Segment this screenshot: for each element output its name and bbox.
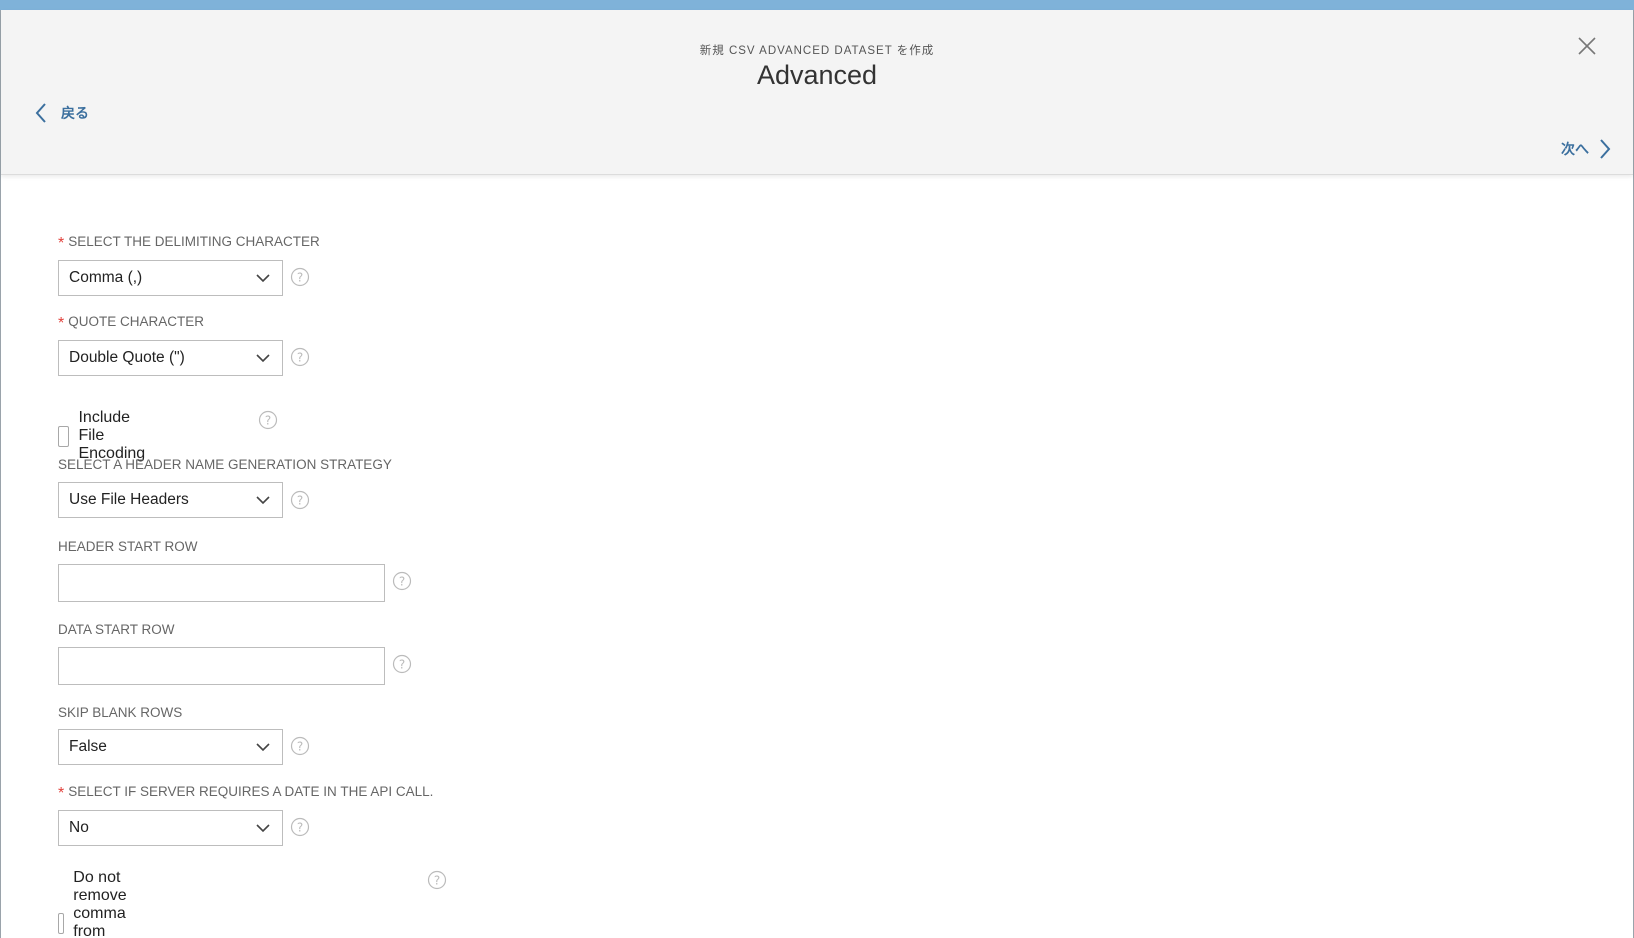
- next-label: 次へ: [1561, 141, 1589, 157]
- header-strategy-value: Use File Headers: [69, 491, 189, 508]
- svg-text:?: ?: [297, 351, 303, 365]
- back-label: 戻る: [61, 105, 89, 121]
- dataset-wizard-modal: 新規 CSV ADVANCED DATASET を作成 Advanced 戻る …: [0, 10, 1634, 938]
- next-button[interactable]: 次へ: [1561, 136, 1611, 162]
- data-start-row-input[interactable]: [58, 647, 385, 685]
- chevron-left-icon: [35, 103, 46, 123]
- help-icon[interactable]: ?: [290, 736, 310, 756]
- background-window-strip: [0, 0, 1634, 10]
- include-encoding-row: Include File Encoding: [58, 409, 155, 463]
- date-required-value: No: [69, 819, 89, 836]
- required-marker: *: [58, 785, 65, 802]
- svg-text:?: ?: [434, 874, 440, 888]
- back-button[interactable]: 戻る: [35, 100, 89, 126]
- data-start-row-label: DATA START ROW: [58, 622, 175, 637]
- close-icon: [1578, 37, 1596, 55]
- header-start-row-label: HEADER START ROW: [58, 539, 198, 554]
- wizard-subtitle: 新規 CSV ADVANCED DATASET を作成: [699, 45, 935, 57]
- close-button[interactable]: [1573, 32, 1601, 60]
- help-icon[interactable]: ?: [392, 654, 412, 674]
- chevron-down-icon: [256, 496, 270, 505]
- required-marker: *: [58, 315, 65, 332]
- help-icon[interactable]: ?: [290, 267, 310, 287]
- page-title: Advanced: [756, 60, 878, 90]
- chevron-down-icon: [256, 354, 270, 363]
- help-icon[interactable]: ?: [290, 347, 310, 367]
- skip-blank-rows-select[interactable]: False: [58, 729, 283, 765]
- include-encoding-label: Include File Encoding: [78, 409, 146, 462]
- quote-label: * QUOTE CHARACTER: [58, 314, 204, 332]
- chevron-down-icon: [256, 743, 270, 752]
- keep-commas-label: Do not remove comma from number values: [73, 869, 127, 938]
- svg-text:?: ?: [297, 821, 303, 835]
- date-required-label: * SELECT IF SERVER REQUIRES A DATE IN THE…: [58, 784, 434, 802]
- required-marker: *: [58, 235, 65, 252]
- svg-text:?: ?: [297, 740, 303, 754]
- include-encoding-checkbox[interactable]: [58, 425, 70, 447]
- delimiter-label: * SELECT THE DELIMITING CHARACTER: [58, 234, 320, 252]
- chevron-down-icon: [256, 824, 270, 833]
- quote-select[interactable]: Double Quote ("): [58, 340, 283, 376]
- help-icon[interactable]: ?: [290, 490, 310, 510]
- help-icon[interactable]: ?: [392, 571, 412, 591]
- header-strategy-label: SELECT A HEADER NAME GENERATION STRATEGY: [58, 457, 392, 472]
- delimiter-value: Comma (,): [69, 269, 143, 286]
- header-start-row-input[interactable]: [58, 564, 385, 602]
- quote-value: Double Quote ("): [69, 349, 185, 366]
- svg-text:?: ?: [399, 658, 405, 672]
- svg-text:?: ?: [399, 575, 405, 589]
- skip-blank-rows-label: SKIP BLANK ROWS: [58, 705, 183, 720]
- delimiter-select[interactable]: Comma (,): [58, 260, 283, 296]
- help-icon[interactable]: ?: [290, 817, 310, 837]
- header-strategy-select[interactable]: Use File Headers: [58, 482, 283, 518]
- keep-commas-row: Do not remove comma from number values: [58, 869, 142, 938]
- chevron-right-icon: [1600, 139, 1611, 159]
- help-icon[interactable]: ?: [258, 410, 278, 430]
- skip-blank-rows-value: False: [69, 738, 107, 755]
- chevron-down-icon: [256, 274, 270, 283]
- date-required-select[interactable]: No: [58, 810, 283, 846]
- svg-text:?: ?: [297, 494, 303, 508]
- help-icon[interactable]: ?: [427, 870, 447, 890]
- svg-text:?: ?: [265, 414, 271, 428]
- modal-header: 新規 CSV ADVANCED DATASET を作成 Advanced 戻る …: [1, 10, 1633, 175]
- keep-commas-checkbox[interactable]: [58, 912, 65, 934]
- svg-text:?: ?: [297, 271, 303, 285]
